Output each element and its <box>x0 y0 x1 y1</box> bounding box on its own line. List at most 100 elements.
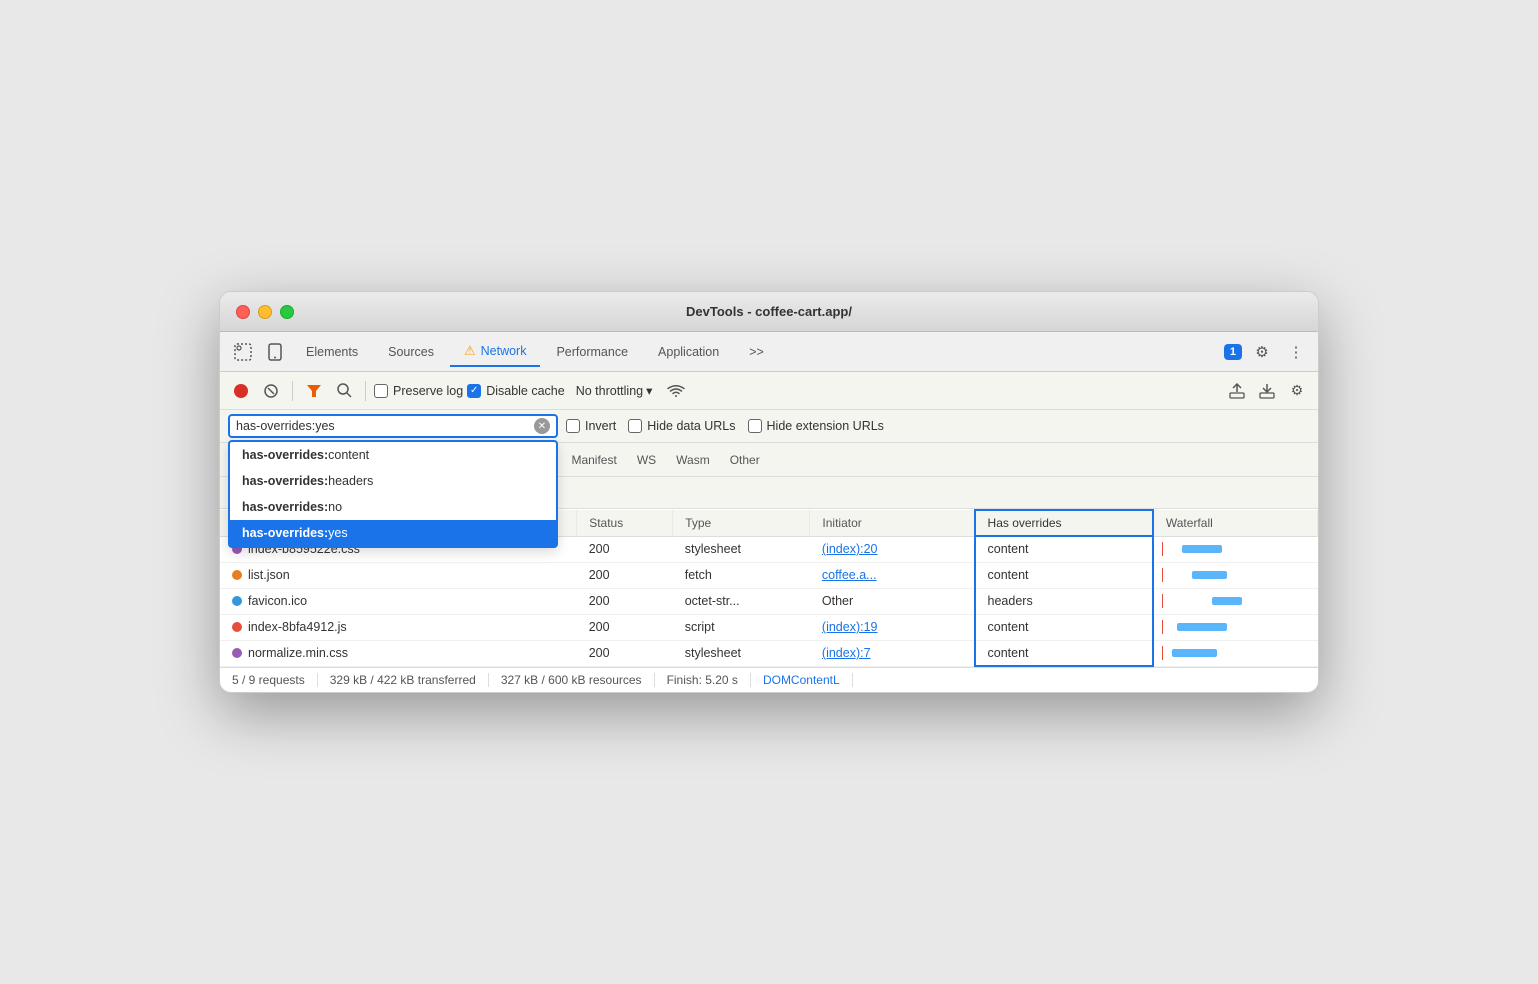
search-icon[interactable] <box>331 378 357 404</box>
file-name: favicon.ico <box>232 594 307 608</box>
preserve-log-label[interactable]: Preserve log <box>374 384 463 398</box>
file-type-dot <box>232 596 242 606</box>
has-overrides-cell: content <box>975 614 1153 640</box>
file-type-dot <box>232 622 242 632</box>
tab-network[interactable]: ⚠ Network <box>450 337 541 367</box>
initiator-link[interactable]: (index):19 <box>822 620 878 634</box>
close-button[interactable] <box>236 305 250 319</box>
inspect-icon[interactable] <box>228 337 258 367</box>
statusbar: 5 / 9 requests 329 kB / 422 kB transferr… <box>220 667 1318 692</box>
dropdown-item-yes[interactable]: has-overrides:yes <box>230 520 556 546</box>
file-name: index-8bfa4912.js <box>232 620 347 634</box>
table-row[interactable]: normalize.min.css 200stylesheet(index):7… <box>220 640 1318 666</box>
throttle-select[interactable]: No throttling ▾ <box>569 380 660 401</box>
table-row[interactable]: favicon.ico 200octet-str...Otherheaders <box>220 588 1318 614</box>
waterfall-cell <box>1153 562 1318 588</box>
col-header-type[interactable]: Type <box>673 510 810 536</box>
disable-cache-checkbox[interactable]: ✓ <box>467 384 481 398</box>
table-row[interactable]: list.json 200fetchcoffee.a...content <box>220 562 1318 588</box>
tab-performance[interactable]: Performance <box>542 339 642 365</box>
download-icon[interactable] <box>1254 378 1280 404</box>
tabbar: Elements Sources ⚠ Network Performance A… <box>220 332 1318 372</box>
tab-application[interactable]: Application <box>644 339 733 365</box>
tab-more[interactable]: >> <box>735 339 778 365</box>
network-settings-icon[interactable]: ⚙ <box>1284 378 1310 404</box>
clear-filter-button[interactable]: ✕ <box>534 418 550 434</box>
clear-button[interactable] <box>258 378 284 404</box>
record-button[interactable] <box>228 378 254 404</box>
chevron-down-icon: ▾ <box>646 383 652 398</box>
tab-sources[interactable]: Sources <box>374 339 448 365</box>
type-filter-ws[interactable]: WS <box>629 451 664 469</box>
filter-search-input[interactable] <box>236 419 530 433</box>
initiator-link[interactable]: (index):7 <box>822 646 871 660</box>
type-cell: stylesheet <box>673 640 810 666</box>
has-overrides-cell: content <box>975 640 1153 666</box>
status-cell: 200 <box>577 588 673 614</box>
status-transferred: 329 kB / 422 kB transferred <box>318 673 489 687</box>
minimize-button[interactable] <box>258 305 272 319</box>
hide-ext-urls-checkbox[interactable] <box>748 419 762 433</box>
wifi-icon[interactable] <box>663 378 689 404</box>
dropdown-item-no[interactable]: has-overrides:no <box>230 494 556 520</box>
network-toolbar: Preserve log ✓ Disable cache No throttli… <box>220 372 1318 410</box>
dropdown-item-content[interactable]: has-overrides:content <box>230 442 556 468</box>
waterfall-cell <box>1153 614 1318 640</box>
initiator-link[interactable]: coffee.a... <box>822 568 877 582</box>
hide-data-urls-label[interactable]: Hide data URLs <box>628 419 735 433</box>
search-input-wrapper[interactable]: ✕ <box>228 414 558 438</box>
more-options-icon[interactable]: ⋮ <box>1282 338 1310 366</box>
settings-icon[interactable]: ⚙ <box>1248 338 1276 366</box>
filter-options: Invert Hide data URLs Hide extension URL… <box>566 419 884 433</box>
status-finish: Finish: 5.20 s <box>655 673 751 687</box>
type-filter-other[interactable]: Other <box>722 451 768 469</box>
file-type-dot <box>232 648 242 658</box>
col-header-initiator[interactable]: Initiator <box>810 510 975 536</box>
dropdown-item-headers[interactable]: has-overrides:headers <box>230 468 556 494</box>
file-name: list.json <box>232 568 290 582</box>
type-cell: stylesheet <box>673 536 810 562</box>
filter-icon[interactable] <box>301 378 327 404</box>
search-container: ✕ has-overrides:content has-overrides:he… <box>228 414 558 438</box>
status-requests: 5 / 9 requests <box>232 673 318 687</box>
preserve-log-checkbox[interactable] <box>374 384 388 398</box>
window-title: DevTools - coffee-cart.app/ <box>686 304 852 319</box>
hide-data-urls-checkbox[interactable] <box>628 419 642 433</box>
invert-checkbox[interactable] <box>566 419 580 433</box>
status-cell: 200 <box>577 640 673 666</box>
invert-label[interactable]: Invert <box>566 419 616 433</box>
col-header-has-overrides[interactable]: Has overrides <box>975 510 1153 536</box>
status-cell: 200 <box>577 536 673 562</box>
status-dom-content[interactable]: DOMContentL <box>751 673 853 687</box>
type-filter-wasm[interactable]: Wasm <box>668 451 718 469</box>
warning-icon: ⚠ <box>464 343 476 359</box>
disable-cache-label[interactable]: ✓ Disable cache <box>467 384 565 398</box>
initiator-cell: Other <box>810 588 975 614</box>
traffic-lights <box>236 305 294 319</box>
waterfall-cell <box>1153 536 1318 562</box>
type-cell: octet-str... <box>673 588 810 614</box>
status-cell: 200 <box>577 562 673 588</box>
has-overrides-cell: headers <box>975 588 1153 614</box>
toolbar-separator <box>292 381 293 401</box>
col-header-waterfall[interactable]: Waterfall <box>1153 510 1318 536</box>
type-cell: script <box>673 614 810 640</box>
col-header-status[interactable]: Status <box>577 510 673 536</box>
issues-badge[interactable]: 1 <box>1224 344 1242 360</box>
titlebar: DevTools - coffee-cart.app/ <box>220 292 1318 332</box>
tab-right-icons: 1 ⚙ ⋮ <box>1224 338 1310 366</box>
waterfall-cell <box>1153 640 1318 666</box>
table-row[interactable]: index-8bfa4912.js 200script(index):19con… <box>220 614 1318 640</box>
maximize-button[interactable] <box>280 305 294 319</box>
file-type-dot <box>232 570 242 580</box>
type-cell: fetch <box>673 562 810 588</box>
type-filter-manifest[interactable]: Manifest <box>563 451 624 469</box>
waterfall-cell <box>1153 588 1318 614</box>
filter-row: ✕ has-overrides:content has-overrides:he… <box>228 414 1310 438</box>
initiator-link[interactable]: (index):20 <box>822 542 878 556</box>
toolbar-separator-2 <box>365 381 366 401</box>
tab-elements[interactable]: Elements <box>292 339 372 365</box>
hide-ext-urls-label[interactable]: Hide extension URLs <box>748 419 884 433</box>
upload-icon[interactable] <box>1224 378 1250 404</box>
device-icon[interactable] <box>260 337 290 367</box>
